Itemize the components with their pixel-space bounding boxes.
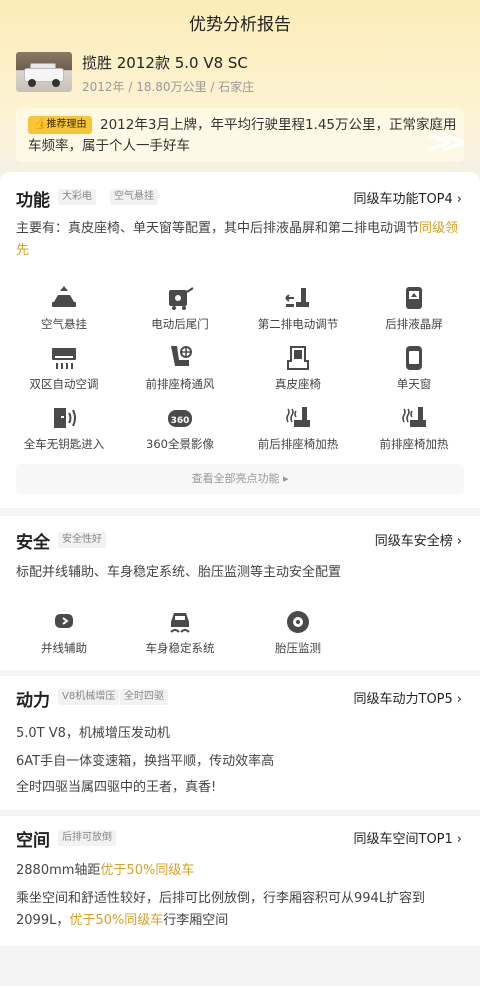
feature-seat-ventilation[interactable]: 前排座椅通风	[124, 344, 236, 392]
power-tag: 全时四驱	[120, 689, 168, 705]
see-all-features-button[interactable]: 查看全部亮点功能 ▸	[16, 464, 464, 494]
feature-sunroof[interactable]: 单天窗	[358, 344, 470, 392]
power-card: 动力 V8机械增压 全时四驱 同级车动力TOP5 › 5.0T V8，机械增压发动…	[0, 676, 480, 810]
feature-power-tailgate[interactable]: 电动后尾门	[124, 284, 236, 332]
thumbs-up-icon: 👍	[34, 119, 47, 130]
feature-stability-control[interactable]: 车身稳定系统	[124, 608, 236, 656]
seat-ventilation-icon	[171, 346, 192, 366]
function-tag: 大彩电	[58, 189, 96, 205]
space-wheelbase: 2880mm轴距优于50%同级车	[16, 863, 195, 878]
safety-rank-link[interactable]: 同级车安全榜 ›	[375, 530, 462, 549]
recommend-reason-box: >> 2012年3月上牌，年平均行驶里程1.45万公里，正常家庭用车频率，属于个…	[16, 108, 464, 162]
space-tag: 后排可放倒	[58, 830, 116, 846]
tire-pressure-icon	[287, 611, 309, 633]
function-description: 主要有：真皮座椅、单天窗等配置，其中后排液晶屏和第二排电动调节同级领先	[16, 221, 459, 258]
second-row-power-seat-icon	[285, 288, 309, 307]
lane-change-assist-icon	[55, 614, 73, 628]
feature-seat-heating[interactable]: 前后排座椅加热	[242, 404, 354, 452]
recommend-reason-tag: 👍推荐理由	[28, 116, 93, 134]
power-tag: V8机械增压	[58, 689, 120, 705]
keyless-entry-icon	[54, 408, 76, 428]
function-title: 功能	[16, 191, 50, 211]
recommend-reason-text: 2012年3月上牌，年平均行驶里程1.45万公里，正常家庭用车频率，属于个人一手…	[28, 117, 457, 154]
page-title: 优势分析报告	[189, 15, 291, 35]
safety-title: 安全	[16, 533, 50, 553]
power-line: 5.0T V8，机械增压发动机	[16, 726, 170, 741]
space-title: 空间	[16, 831, 50, 851]
power-line: 6AT手自一体变速箱，换挡平顺，传动效率高	[16, 754, 275, 769]
power-line: 全时四驱当属四驱中的王者，真香!	[16, 780, 217, 795]
chevron-right-icon: ›	[456, 192, 462, 207]
rear-screen-icon	[406, 287, 422, 309]
function-rank-link[interactable]: 同级车功能TOP4 ›	[354, 188, 463, 207]
car-name: 揽胜 2012款 5.0 V8 SC	[82, 54, 248, 72]
power-tailgate-icon	[169, 287, 194, 310]
leather-seat-icon	[287, 346, 309, 370]
function-card: 功能 大彩电 空气悬挂 同级车功能TOP4 › 主要有：真皮座椅、单天窗等配置，其…	[0, 172, 480, 508]
feature-lane-change-assist[interactable]: 并线辅助	[8, 608, 120, 656]
power-title: 动力	[16, 691, 50, 711]
function-tag: 空气悬挂	[110, 189, 158, 205]
car-meta: 2012年 / 18.80万公里 / 石家庄	[82, 80, 255, 94]
safety-description: 标配并线辅助、车身稳定系统、胎压监测等主动安全配置	[16, 565, 342, 580]
space-card: 空间 后排可放倒 同级车空间TOP1 › 2880mm轴距优于50%同级车 乘坐空…	[0, 816, 480, 946]
feature-keyless-entry[interactable]: 全车无钥匙进入	[8, 404, 120, 452]
chevron-right-icon: ›	[456, 692, 462, 707]
feature-360-camera[interactable]: 360 360全景影像	[124, 404, 236, 452]
chevron-right-icon: ›	[456, 832, 462, 847]
feature-tire-pressure[interactable]: 胎压监测	[242, 608, 354, 656]
sunroof-icon	[406, 346, 422, 370]
car-header[interactable]: 揽胜 2012款 5.0 V8 SC 2012年 / 18.80万公里 / 石家…	[16, 52, 464, 96]
chevron-right-icon: ›	[456, 534, 462, 549]
air-suspension-icon	[52, 286, 76, 307]
front-seat-heating-icon	[402, 407, 426, 427]
feature-rear-screen[interactable]: 后排液晶屏	[358, 284, 470, 332]
safety-card: 安全 安全性好 同级车安全榜 › 标配并线辅助、车身稳定系统、胎压监测等主动安全配…	[0, 516, 480, 670]
stability-control-icon	[170, 613, 190, 633]
car-thumbnail	[16, 52, 72, 92]
safety-tag: 安全性好	[58, 532, 106, 548]
feature-leather-seat[interactable]: 真皮座椅	[242, 344, 354, 392]
camera-360-icon: 360	[168, 410, 192, 427]
dual-zone-ac-icon	[52, 348, 76, 369]
feature-air-suspension[interactable]: 空气悬挂	[8, 284, 120, 332]
space-rank-link[interactable]: 同级车空间TOP1 ›	[354, 828, 463, 847]
svg-text:360: 360	[171, 416, 190, 426]
power-rank-link[interactable]: 同级车动力TOP5 ›	[354, 688, 463, 707]
space-description: 乘坐空间和舒适性较好，后排可比例放倒，行李厢容积可从994L扩容到2099L，优…	[16, 891, 426, 928]
feature-front-seat-heating[interactable]: 前排座椅加热	[358, 404, 470, 452]
seat-heating-icon	[286, 407, 310, 427]
feature-dual-zone-ac[interactable]: 双区自动空调	[8, 344, 120, 392]
feature-second-row-power-seat[interactable]: 第二排电动调节	[242, 284, 354, 332]
